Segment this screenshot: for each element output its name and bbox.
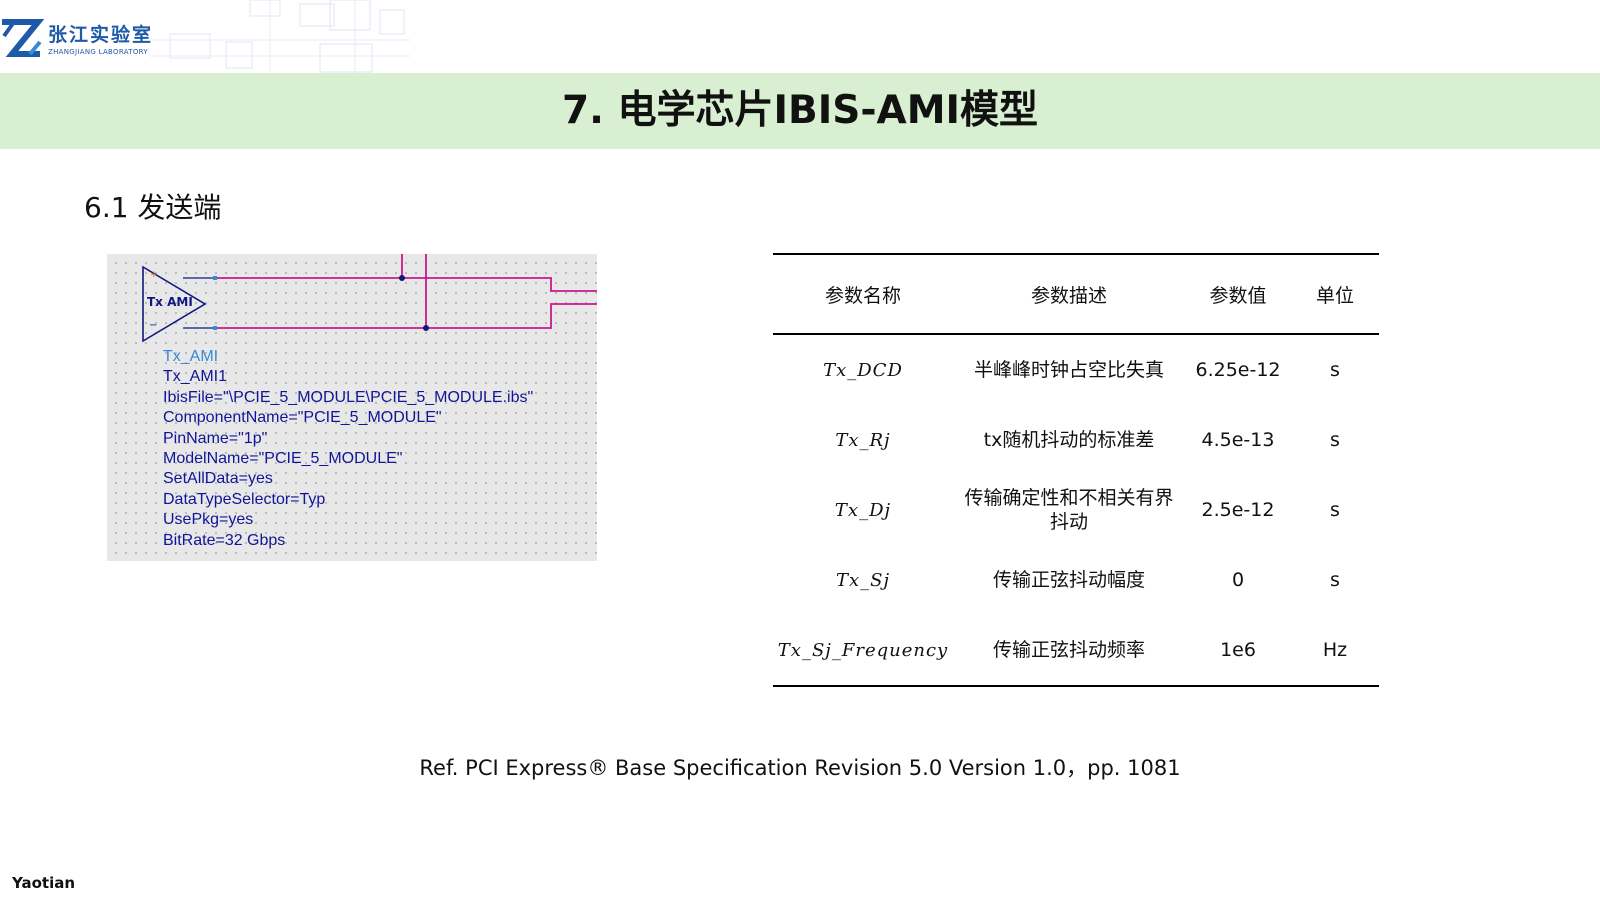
param-unit: s bbox=[1330, 429, 1340, 451]
param-value: 1e6 bbox=[1220, 639, 1256, 661]
property-line: Tx_AMI1 bbox=[163, 368, 228, 386]
signal-wires bbox=[217, 254, 597, 329]
param-desc: 半峰峰时钟占空比失真 bbox=[973, 359, 1164, 381]
amp-minus-sign: − bbox=[149, 320, 158, 331]
param-unit: s bbox=[1330, 569, 1340, 591]
schematic-figure: + − Tx AMI Tx_AMI Tx_AMI1 IbisFile="\PCI… bbox=[107, 254, 597, 561]
table-row: Tx_Rj tx随机抖动的标准差 4.5e-13 s bbox=[773, 405, 1379, 475]
param-value: 2.5e-12 bbox=[1201, 499, 1275, 521]
param-value: 0 bbox=[1231, 569, 1245, 591]
property-line: DataTypeSelector=Typ bbox=[163, 490, 326, 508]
param-value: 6.25e-12 bbox=[1195, 359, 1281, 381]
property-line: Tx_AMI bbox=[163, 348, 219, 365]
property-line: SetAllData=yes bbox=[163, 470, 273, 488]
logo: 张江实验室 ZHANGJIANG LABORATORY bbox=[0, 18, 170, 62]
reference-citation: Ref. PCI Express® Base Specification Rev… bbox=[419, 756, 1181, 780]
property-line: UsePkg=yes bbox=[163, 511, 254, 529]
logo-chinese-text: 张江实验室 bbox=[48, 24, 154, 46]
param-name: Tx_DCD bbox=[823, 359, 903, 381]
header-param-desc: 参数描述 bbox=[1030, 284, 1107, 307]
param-desc: 传输确定性和不相关有界抖动 bbox=[964, 487, 1174, 533]
header-param-unit: 单位 bbox=[1315, 284, 1354, 307]
param-name: Tx_Sj bbox=[835, 569, 891, 591]
zhangjiang-logo-mark-icon bbox=[2, 19, 44, 57]
parameter-table-container: 参数名称 参数描述 参数值 单位 Tx_DCD 半峰峰时钟占空比失真 6.25e… bbox=[773, 253, 1379, 687]
table-row: Tx_DCD 半峰峰时钟占空比失真 6.25e-12 s bbox=[773, 334, 1379, 405]
amp-label: Tx AMI bbox=[147, 295, 193, 309]
property-line: IbisFile="\PCIE_5_MODULE\PCIE_5_MODULE.i… bbox=[163, 388, 534, 406]
component-properties: Tx_AMI Tx_AMI1 IbisFile="\PCIE_5_MODULE\… bbox=[163, 347, 533, 551]
param-name: Tx_Sj_Frequency bbox=[777, 639, 949, 661]
table-row: Tx_Sj 传输正弦抖动幅度 0 s bbox=[773, 545, 1379, 615]
logo-english-text: ZHANGJIANG LABORATORY bbox=[48, 48, 148, 56]
param-name: Tx_Rj bbox=[835, 429, 891, 451]
param-name: Tx_Dj bbox=[834, 499, 892, 521]
table-row: Tx_Sj_Frequency 传输正弦抖动频率 1e6 Hz bbox=[773, 615, 1379, 686]
table-row: Tx_Dj 传输确定性和不相关有界抖动 2.5e-12 s bbox=[773, 475, 1379, 545]
param-unit: Hz bbox=[1322, 639, 1348, 661]
param-value: 4.5e-13 bbox=[1201, 429, 1275, 451]
amp-plus-sign: + bbox=[150, 270, 158, 280]
property-line: ComponentName="PCIE_5_MODULE" bbox=[163, 409, 442, 427]
header-param-value: 参数值 bbox=[1209, 284, 1267, 307]
table-header-row: 参数名称 参数描述 参数值 单位 bbox=[773, 254, 1379, 334]
param-desc: 传输正弦抖动频率 bbox=[992, 639, 1145, 661]
property-line: PinName="1p" bbox=[163, 429, 268, 447]
property-line: ModelName="PCIE_5_MODULE" bbox=[163, 450, 403, 468]
param-unit: s bbox=[1330, 499, 1340, 521]
title-band: 7. 电学芯片IBIS-AMI模型 bbox=[0, 73, 1600, 149]
param-desc: tx随机抖动的标准差 bbox=[983, 429, 1155, 451]
header-param-name: 参数名称 bbox=[824, 284, 901, 307]
param-desc: 传输正弦抖动幅度 bbox=[992, 569, 1145, 591]
footer-author: Yaotian bbox=[12, 874, 76, 892]
parameter-table: 参数名称 参数描述 参数值 单位 Tx_DCD 半峰峰时钟占空比失真 6.25e… bbox=[773, 253, 1379, 687]
param-unit: s bbox=[1330, 359, 1340, 381]
page-title: 7. 电学芯片IBIS-AMI模型 bbox=[561, 88, 1039, 133]
property-line: BitRate=32 Gbps bbox=[163, 531, 286, 549]
section-heading: 6.1 发送端 bbox=[84, 191, 222, 224]
